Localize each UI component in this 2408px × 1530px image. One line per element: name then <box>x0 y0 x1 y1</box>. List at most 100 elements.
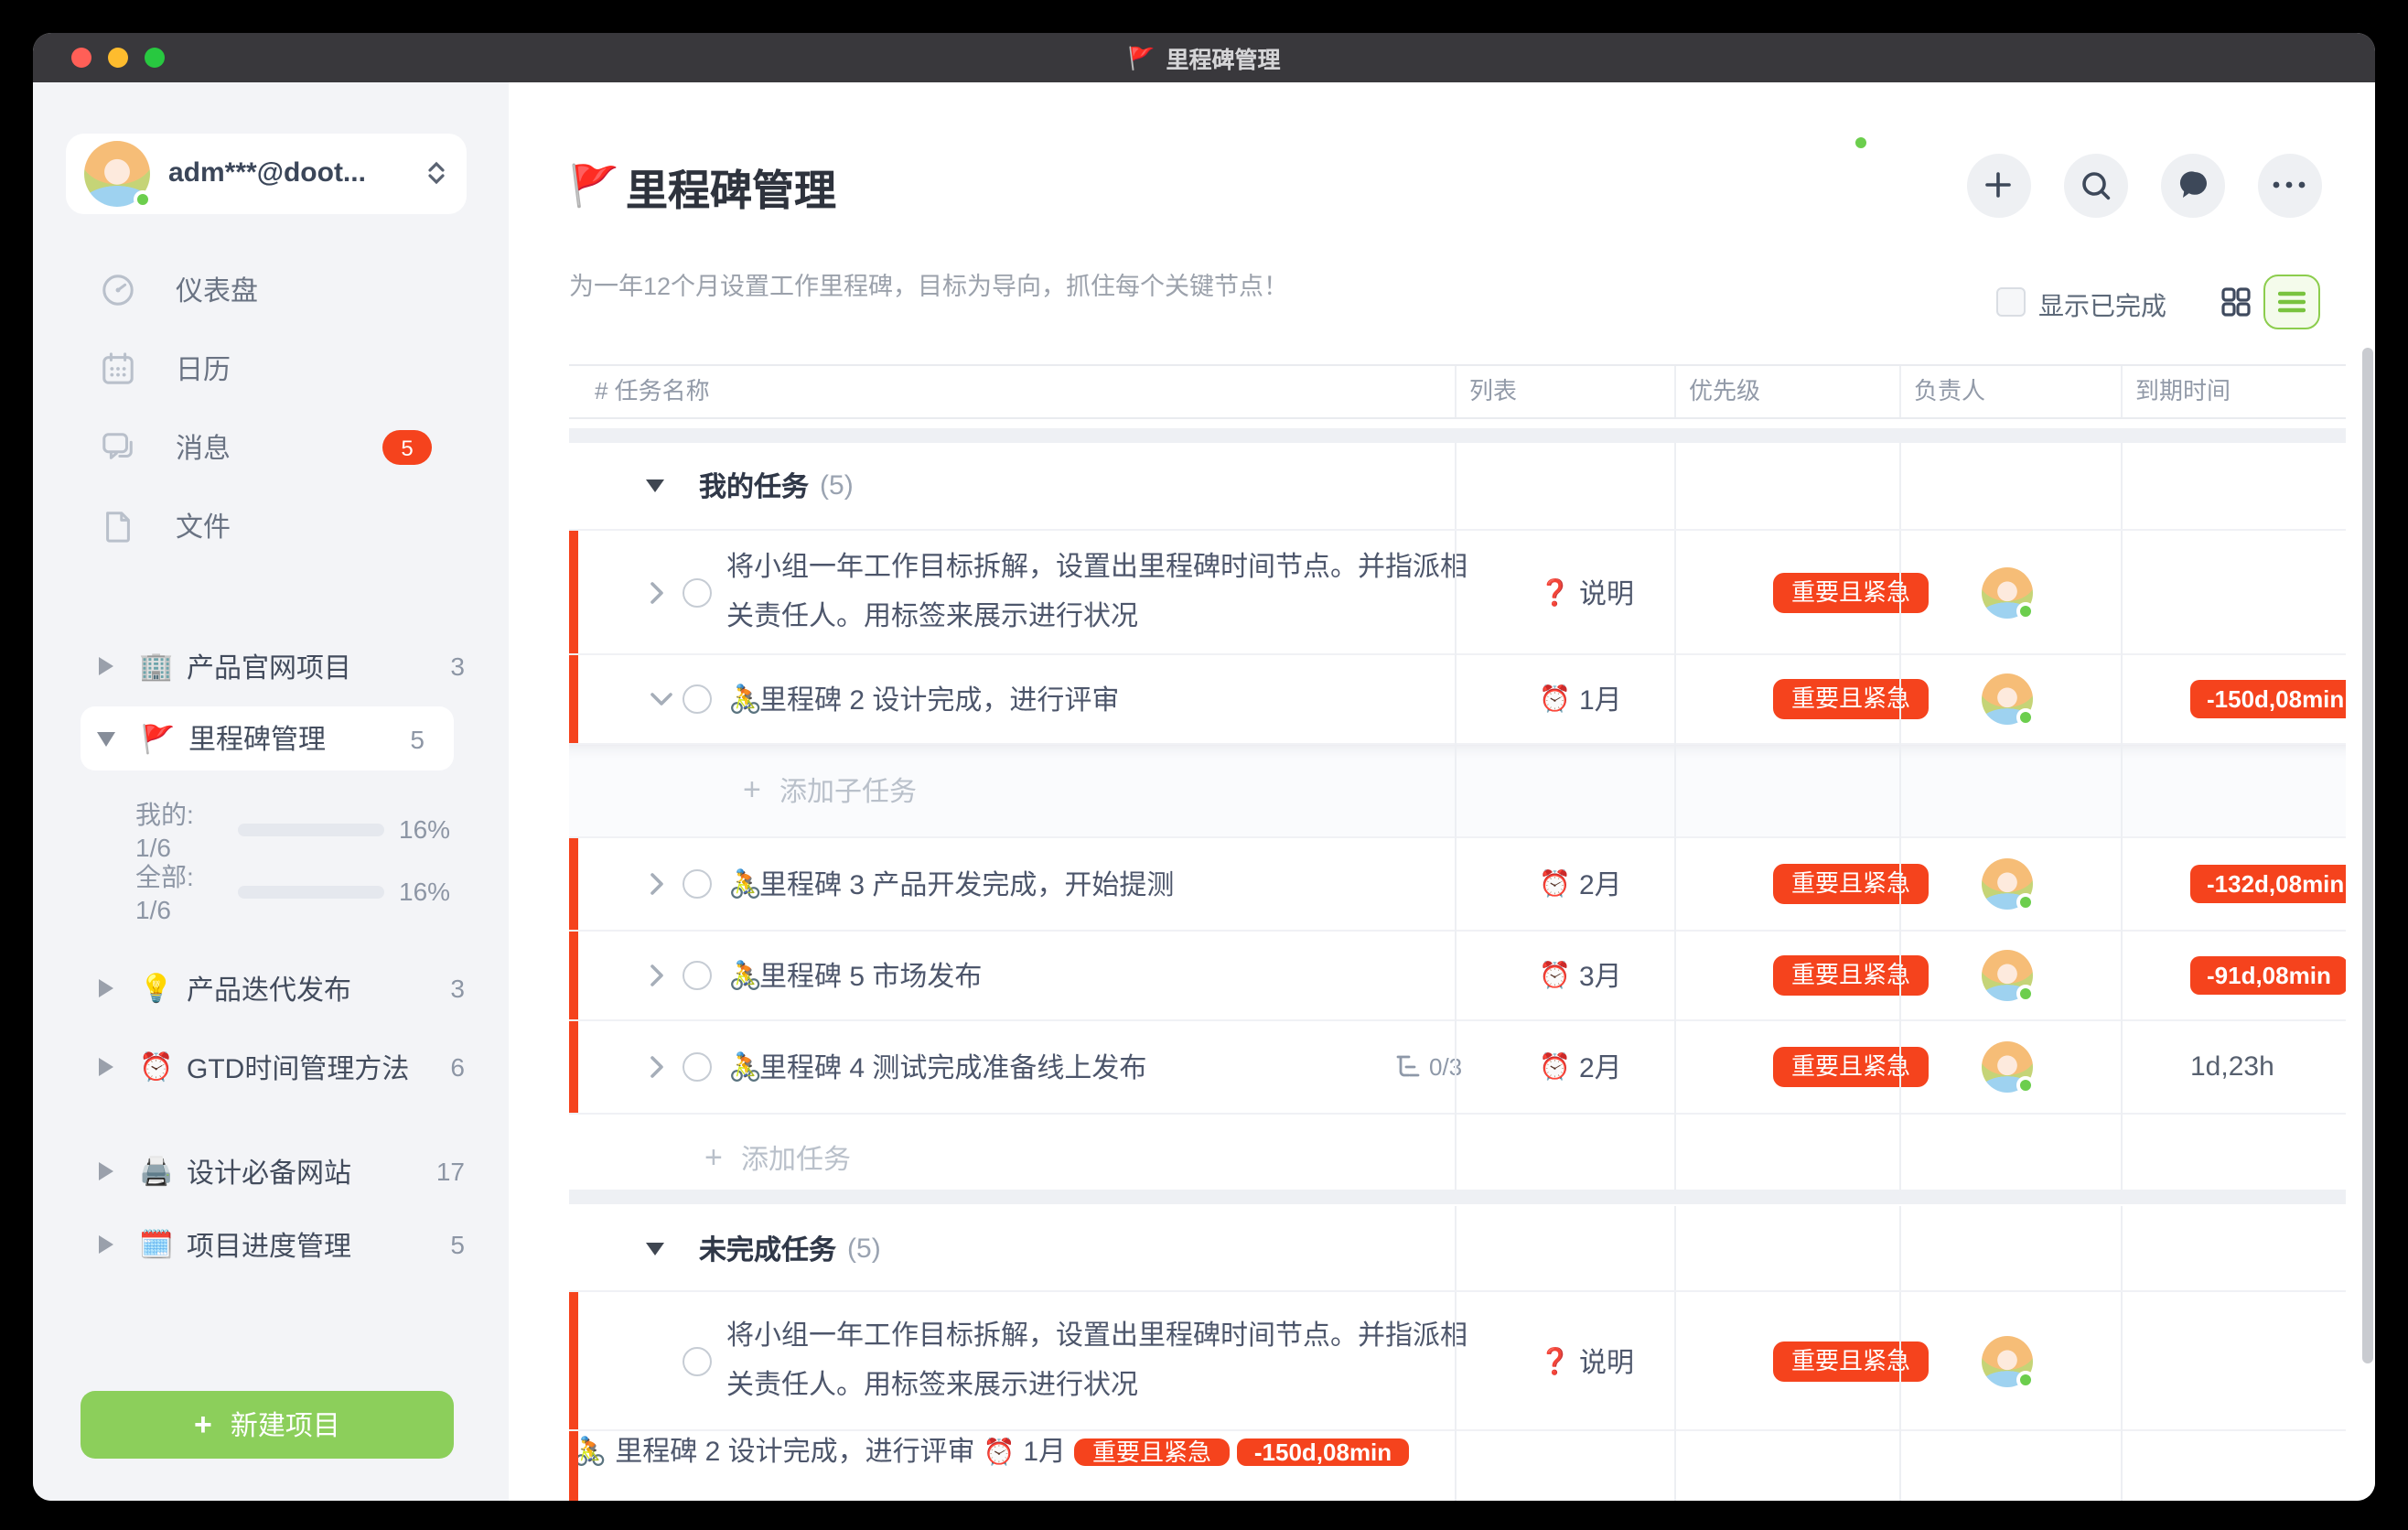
chevron-right-icon[interactable] <box>650 580 664 604</box>
table-row-task[interactable]: 🚴 里程碑 5 市场发布 ⏰ 3月 重要且紧急 -91d,08min <box>569 931 2346 1020</box>
sidebar-item-calendar[interactable]: 日历 <box>33 329 509 408</box>
progress-bar <box>238 885 384 898</box>
task-title: 将小组一年工作目标拆解，设置出里程碑时间节点。并指派相 关责任人。用标签来展示进… <box>726 1310 1467 1411</box>
progress-bar <box>238 823 384 835</box>
column-header-owner[interactable]: 负责人 <box>1914 365 1985 420</box>
group-header[interactable]: 我的任务 (5) <box>569 442 2346 531</box>
vertical-scrollbar[interactable] <box>2362 348 2373 1363</box>
expand-arrow-icon[interactable] <box>99 1058 113 1076</box>
screen: 🚩 里程碑管理 adm***@doot... 仪表盘 <box>0 0 2408 1530</box>
expand-arrow-icon[interactable] <box>99 1235 113 1254</box>
close-window-button[interactable] <box>71 48 91 68</box>
task-complete-circle[interactable] <box>683 577 712 607</box>
plus-icon <box>1983 170 2013 199</box>
show-completed-checkbox[interactable] <box>1996 287 2026 317</box>
alarm-emoji-icon: ⏰ <box>1539 959 1571 990</box>
priority-badge: 重要且紧急 <box>1773 572 1929 612</box>
sidebar-project-official-site[interactable]: 🏢 产品官网项目 3 <box>33 630 509 703</box>
expand-arrow-icon[interactable] <box>99 657 113 675</box>
table-row-task[interactable]: 将小组一年工作目标拆解，设置出里程碑时间节点。并指派相 关责任人。用标签来展示进… <box>569 531 2346 655</box>
group-collapse-icon[interactable] <box>646 1242 664 1255</box>
column-header-name[interactable]: # 任务名称 <box>595 365 710 420</box>
minimize-window-button[interactable] <box>108 48 128 68</box>
add-subtask-row[interactable]: + 添加子任务 <box>569 745 2346 837</box>
project-task-count: 17 <box>436 1157 465 1186</box>
assignee-avatar[interactable] <box>1982 1335 2033 1386</box>
chevron-right-icon[interactable] <box>650 871 664 895</box>
chevron-right-icon[interactable] <box>650 963 664 986</box>
task-title: 里程碑 2 设计完成，进行评审 <box>759 680 1119 718</box>
progress-row-all: 全部: 1/6 16% <box>33 860 509 922</box>
assignee-avatar[interactable] <box>1982 857 2033 909</box>
task-list-label: 说明 <box>1579 573 1634 611</box>
table-row-task[interactable]: 🚴 里程碑 2 设计完成，进行评审 ⏰ 1月 重要且紧急 -150d,08min <box>569 1431 2346 1501</box>
assignee-avatar[interactable] <box>1982 949 2033 1000</box>
task-complete-circle[interactable] <box>683 1051 712 1081</box>
sidebar-project-schedule[interactable]: 🗓️ 项目进度管理 5 <box>33 1208 509 1281</box>
add-task-row[interactable]: + 添加任务 <box>569 1114 2346 1190</box>
column-header-due[interactable]: 到期时间 <box>2135 365 2231 420</box>
chat-icon <box>2177 168 2209 201</box>
grid-view-button[interactable] <box>2207 275 2263 329</box>
column-header-priority[interactable]: 优先级 <box>1689 365 1760 420</box>
task-list-label: 3月 <box>1579 955 1622 994</box>
search-button[interactable] <box>2064 153 2128 217</box>
cyclist-emoji-icon: 🚴 <box>728 1050 762 1083</box>
task-list-label: 1月 <box>1579 680 1622 718</box>
more-icon <box>2273 181 2306 189</box>
sidebar-project-iteration[interactable]: 💡 产品迭代发布 3 <box>33 952 509 1025</box>
online-status-dot <box>2016 892 2035 910</box>
priority-badge: 重要且紧急 <box>1773 1046 1929 1086</box>
group-header[interactable]: 未完成任务 (5) <box>569 1206 2346 1292</box>
new-project-button[interactable]: + 新建项目 <box>81 1391 454 1459</box>
cyclist-emoji-icon: 🚴 <box>728 683 762 716</box>
assignee-avatar[interactable] <box>1982 566 2033 618</box>
column-header-list[interactable]: 列表 <box>1469 365 1517 420</box>
due-time-badge: -91d,08min <box>2190 955 2346 994</box>
sidebar-project-design-sites[interactable]: 🖨️ 设计必备网站 17 <box>33 1135 509 1208</box>
task-complete-circle[interactable] <box>683 960 712 989</box>
project-task-count: 5 <box>410 724 425 753</box>
page-subtitle: 为一年12个月设置工作里程碑，目标为导向，抓住每个关键节点！ <box>569 265 1288 302</box>
task-title: 里程碑 5 市场发布 <box>759 955 982 994</box>
expand-arrow-icon[interactable] <box>99 1162 113 1180</box>
assignee-avatar[interactable] <box>1982 1040 2033 1092</box>
collapse-arrow-icon[interactable] <box>97 731 115 746</box>
priority-badge: 重要且紧急 <box>1773 863 1929 903</box>
sidebar: adm***@doot... 仪表盘 日历 消息 <box>33 82 509 1501</box>
project-label: 产品官网项目 <box>187 647 351 685</box>
table-row-task[interactable]: 🚴 里程碑 2 设计完成，进行评审 ⏰ 1月 重要且紧急 -150d,08min <box>569 655 2346 745</box>
task-list-label: 1月 <box>1023 1437 1066 1468</box>
chat-button[interactable] <box>2161 153 2225 217</box>
sidebar-item-files[interactable]: 文件 <box>33 487 509 566</box>
table-row-task[interactable]: 将小组一年工作目标拆解，设置出里程碑时间节点。并指派相 关责任人。用标签来展示进… <box>569 1292 2346 1431</box>
table-row-task[interactable]: 🚴 里程碑 3 产品开发完成，开始提测 ⏰ 2月 重要且紧急 -132d,08m… <box>569 837 2346 931</box>
task-complete-circle[interactable] <box>683 684 712 714</box>
more-button[interactable] <box>2257 153 2321 217</box>
table-row-task[interactable]: 🚴 里程碑 4 测试完成准备线上发布 0/3 ⏰ 2月 重要且紧急 1d,23h <box>569 1020 2346 1114</box>
task-title: 里程碑 2 设计完成，进行评审 <box>615 1437 974 1468</box>
due-time-badge: -150d,08min <box>2190 680 2346 718</box>
sidebar-item-dashboard[interactable]: 仪表盘 <box>33 251 509 329</box>
priority-color-bar <box>569 931 578 1018</box>
plus-icon: + <box>743 772 761 809</box>
chevron-down-icon[interactable] <box>650 692 673 706</box>
plus-icon: + <box>194 1406 212 1443</box>
task-list-label: 说明 <box>1579 1341 1634 1380</box>
sidebar-project-milestone-selected[interactable]: 🚩 里程碑管理 5 <box>81 706 454 770</box>
chevron-right-icon[interactable] <box>650 1054 664 1078</box>
group-collapse-icon[interactable] <box>646 479 664 492</box>
sidebar-item-messages[interactable]: 消息 5 <box>33 408 509 487</box>
user-account-switcher[interactable]: adm***@doot... <box>66 133 467 213</box>
expand-arrow-icon[interactable] <box>99 979 113 997</box>
task-complete-circle[interactable] <box>683 1346 712 1375</box>
zoom-window-button[interactable] <box>145 48 165 68</box>
task-group-incomplete: 未完成任务 (5) 将小组一年工作目标拆解，设置出里程碑时间节点。并指派相 关责… <box>569 1206 2346 1501</box>
sidebar-project-gtd[interactable]: ⏰ GTD时间管理方法 6 <box>33 1030 509 1104</box>
task-list-label: 2月 <box>1579 864 1622 902</box>
add-button[interactable] <box>1966 153 2030 217</box>
task-complete-circle[interactable] <box>683 868 712 898</box>
priority-badge: 重要且紧急 <box>1074 1438 1230 1466</box>
assignee-avatar[interactable] <box>1982 673 2033 725</box>
list-view-button[interactable] <box>2263 275 2320 329</box>
